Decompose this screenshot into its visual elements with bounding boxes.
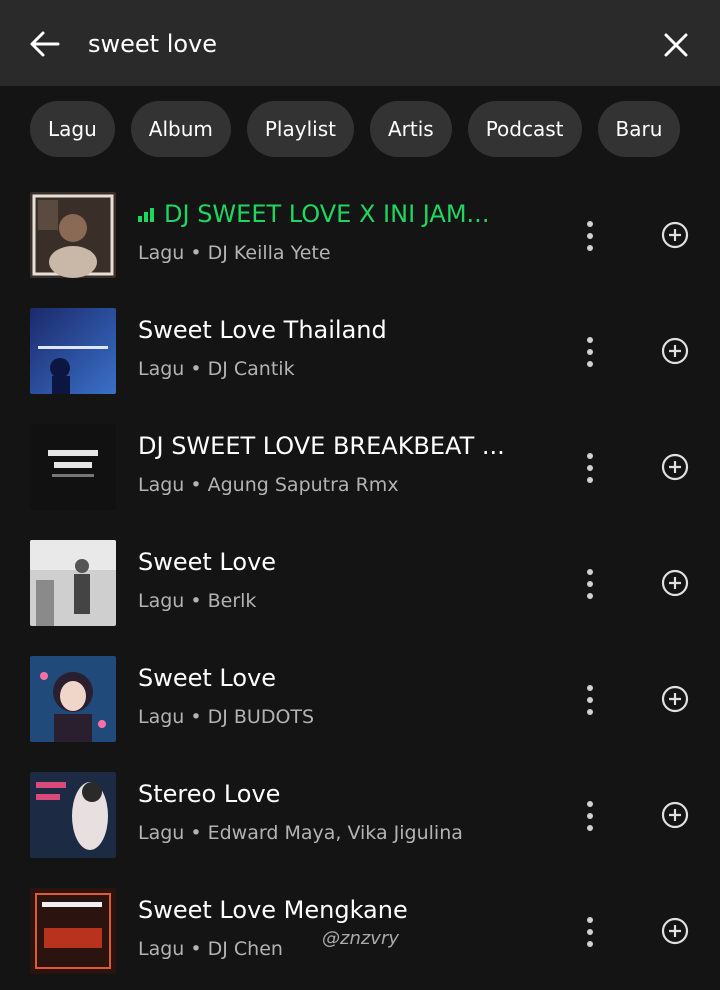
track-subtitle: Lagu • DJ BUDOTS	[138, 706, 315, 728]
track-subtitle: Lagu • DJ Cantik	[138, 358, 295, 380]
result-row[interactable]: Stereo Love Lagu • Edward Maya, Vika Jig…	[0, 758, 720, 874]
album-art	[30, 540, 116, 626]
more-options-button[interactable]	[574, 794, 606, 838]
filter-chips: Lagu Album Playlist Artis Podcast Baru	[30, 101, 720, 157]
more-vertical-icon	[587, 917, 593, 923]
more-options-button[interactable]	[574, 910, 606, 954]
add-circle-icon[interactable]	[660, 916, 690, 946]
track-subtitle: Lagu • DJ Keilla Yete	[138, 242, 331, 264]
more-vertical-icon	[587, 569, 593, 575]
filter-chip-lagu[interactable]: Lagu	[30, 101, 115, 157]
watermark: @znzvry	[322, 928, 400, 949]
add-circle-icon[interactable]	[660, 568, 690, 598]
more-vertical-icon	[587, 801, 593, 807]
more-options-button[interactable]	[574, 562, 606, 606]
album-art	[30, 424, 116, 510]
album-art	[30, 656, 116, 742]
track-title: DJ SWEET LOVE BREAKBEAT ...	[138, 432, 505, 460]
album-art	[30, 192, 116, 278]
result-row[interactable]: DJ SWEET LOVE BREAKBEAT ... Lagu • Agung…	[0, 410, 720, 526]
more-options-button[interactable]	[574, 330, 606, 374]
more-vertical-icon	[587, 337, 593, 343]
track-title: Stereo Love	[138, 780, 281, 808]
add-circle-icon[interactable]	[660, 220, 690, 250]
track-title: Sweet Love	[138, 548, 277, 576]
filter-chip-artis[interactable]: Artis	[369, 101, 452, 157]
track-title: Sweet Love Thailand	[138, 316, 387, 344]
album-art	[30, 888, 116, 974]
filter-chip-playlist[interactable]: Playlist	[246, 101, 354, 157]
filter-chip-album[interactable]: Album	[130, 101, 231, 157]
result-row[interactable]: Sweet Love Lagu • Berlk	[0, 526, 720, 642]
add-circle-icon[interactable]	[660, 684, 690, 714]
track-title-text: DJ SWEET LOVE X INI JAM...	[164, 200, 490, 228]
album-art	[30, 308, 116, 394]
close-icon	[664, 33, 688, 57]
search-header	[0, 0, 720, 86]
result-row[interactable]: Sweet Love Thailand Lagu • DJ Cantik	[0, 294, 720, 410]
track-subtitle: Lagu • Edward Maya, Vika Jigulina	[138, 822, 463, 844]
more-vertical-icon	[587, 453, 593, 459]
equalizer-icon	[138, 208, 156, 222]
track-subtitle: Lagu • Berlk	[138, 590, 257, 612]
add-circle-icon[interactable]	[660, 452, 690, 482]
arrow-left-icon	[30, 31, 60, 57]
add-circle-icon[interactable]	[660, 800, 690, 830]
result-row[interactable]: Sweet Love Lagu • DJ BUDOTS	[0, 642, 720, 758]
back-button[interactable]	[26, 25, 64, 63]
search-input[interactable]	[88, 22, 628, 66]
more-options-button[interactable]	[574, 214, 606, 258]
track-title: Sweet Love Mengkane	[138, 896, 408, 924]
search-results-list: DJ SWEET LOVE X INI JAM... Lagu • DJ Kei…	[0, 178, 720, 990]
filter-chip-podcast[interactable]: Podcast	[467, 101, 582, 157]
track-title: DJ SWEET LOVE X INI JAM...	[138, 200, 548, 228]
more-options-button[interactable]	[574, 678, 606, 722]
track-title: Sweet Love	[138, 664, 277, 692]
album-art	[30, 772, 116, 858]
add-circle-icon[interactable]	[660, 336, 690, 366]
result-row[interactable]: DJ SWEET LOVE X INI JAM... Lagu • DJ Kei…	[0, 178, 720, 294]
more-options-button[interactable]	[574, 446, 606, 490]
filter-chip-baru[interactable]: Baru	[597, 101, 681, 157]
more-vertical-icon	[587, 685, 593, 691]
clear-search-button[interactable]	[656, 25, 696, 65]
more-vertical-icon	[587, 221, 593, 227]
track-subtitle: Lagu • Agung Saputra Rmx	[138, 474, 399, 496]
